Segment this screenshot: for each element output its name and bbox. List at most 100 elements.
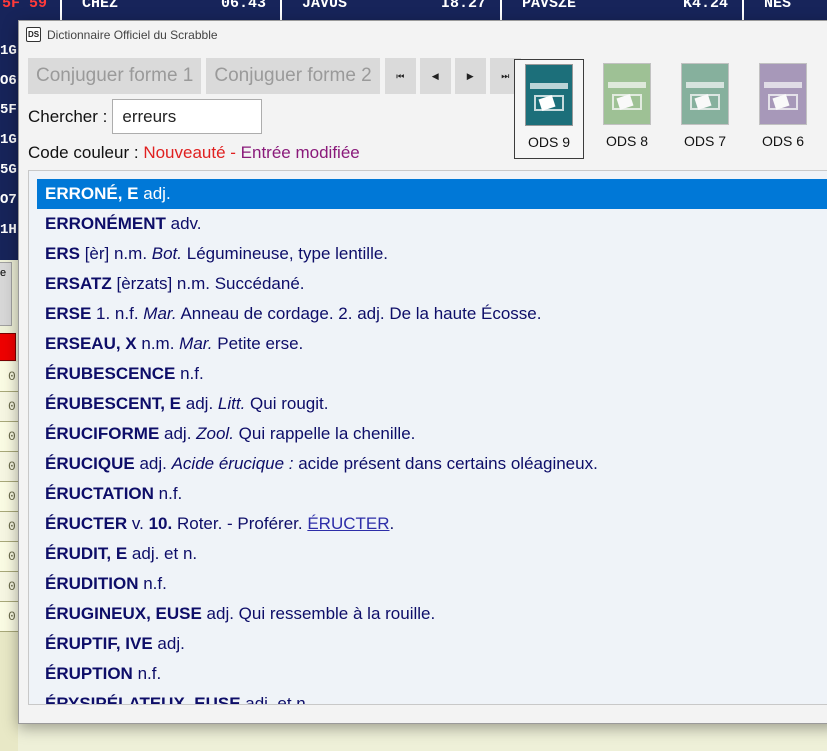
background-row: 0 [0,422,18,452]
background-row: 0 [0,572,18,602]
entry-link[interactable]: ÉRUCTER [307,514,389,533]
title-bar[interactable]: DS Dictionnaire Officiel du Scrabble [19,21,827,48]
entry-definition: n.f. [175,364,204,383]
entry-definition: adj. [138,184,171,203]
edition-cover-image [681,63,729,125]
background-row: 0 [0,482,18,512]
entry-definition: adj. [159,424,197,443]
dictionary-entry[interactable]: ERRONÉ, E adj. [37,179,827,209]
entry-word: ERSE [45,304,92,323]
skip-first-icon: ⏮ [396,70,405,81]
entry-word: ÉRUDIT, E [45,544,128,563]
background-code: O7 [0,192,17,208]
entry-word: ÉRUBESCENT, E [45,394,182,413]
entry-word: ÉRUPTION [45,664,133,683]
entry-definition: adj. [152,634,185,653]
background-button[interactable]: e [0,262,12,326]
edition-3[interactable]: ODS 7 [670,59,740,159]
background-button-label: e [0,267,7,279]
conjugate-form-2-button[interactable]: Conjuguer forme 2 [206,58,380,94]
dictionary-entry[interactable]: ERRONÉMENT adv. [37,209,827,239]
entry-definition: adj. Qui ressemble à la rouille. [201,604,436,623]
previous-page-button[interactable]: ◀ [419,58,451,94]
background-code: 1G [0,43,17,59]
entry-word: ERRONÉ, E [45,184,139,203]
background-cell-text: 5F 59 [2,0,48,12]
entry-definition: Acide érucique : [171,454,294,473]
entry-definition: Mar. [179,334,213,353]
entry-definition: v. [127,514,149,533]
entry-definition: Petite erse. [212,334,304,353]
dictionary-entry[interactable]: ÉRUDITION n.f. [37,569,827,599]
dictionary-entry[interactable]: ÉRUGINEUX, EUSE adj. Qui ressemble à la … [37,599,827,629]
background-cell-value: I8.27 [440,0,486,12]
background-cell-value: K4.24 [682,0,728,12]
entry-definition: Bot. [151,244,183,263]
dictionary-entry[interactable]: ÉRUDIT, E adj. et n. [37,539,827,569]
edition-4[interactable]: ODS 6 [748,59,818,159]
entry-definition: adj. [134,454,172,473]
entry-word: ÉRUCTATION [45,484,154,503]
dictionary-window: DS Dictionnaire Officiel du Scrabble Con… [18,20,827,724]
next-icon: ▶ [466,70,474,81]
next-page-button[interactable]: ▶ [454,58,486,94]
entry-definition: n.f. [138,574,167,593]
entry-definition: n.f. [153,484,183,503]
entry-word: ÉRUCIQUE [45,454,135,473]
entry-word: ERRONÉMENT [45,214,166,233]
background-row: 0 [0,362,18,392]
conjugate-form-1-button[interactable]: Conjuguer forme 1 [28,58,202,94]
search-input[interactable] [112,99,263,134]
first-page-button[interactable]: ⏮ [384,58,416,94]
entry-definition: acide présent dans certains oléagineux. [293,454,598,473]
dictionary-entry[interactable]: ÉRUBESCENT, E adj. Litt. Qui rougit. [37,389,827,419]
entry-definition: Zool. [196,424,234,443]
background-row: 0 [0,542,18,572]
entry-word: ÉRUCIFORME [45,424,160,443]
background-cell-text: NÉS [764,0,792,12]
entry-word: ÉRYSIPÉLATEUX, EUSE [45,694,241,705]
background-cell-text: PAVSZE [522,0,577,12]
dictionary-entry[interactable]: ÉRUPTION n.f. [37,659,827,689]
dictionary-entry[interactable]: ERS [èr] n.m. Bot. Légumineuse, type len… [37,239,827,269]
dictionary-entry[interactable]: ÉRUPTIF, IVE adj. [37,629,827,659]
results-list[interactable]: ERRONÉ, E adj. ERRONÉMENT adv. ERS [èr] n.… [28,170,827,705]
background-code: O6 [0,73,17,89]
entry-definition: Qui rougit. [245,394,329,413]
dictionary-entry[interactable]: ERSEAU, X n.m. Mar. Petite erse. [37,329,827,359]
dictionary-entry[interactable]: ERSE 1. n.f. Mar. Anneau de cordage. 2. … [37,299,827,329]
entry-definition: Litt. [217,394,246,413]
entry-definition: Qui rappelle la chenille. [233,424,416,443]
dictionary-entry[interactable]: ÉRUBESCENCE n.f. [37,359,827,389]
edition-cover-image [759,63,807,125]
dictionary-entry[interactable]: ÉRUCTATION n.f. [37,479,827,509]
background-rows: 0 0 0 0 0 0 0 0 0 [0,362,18,632]
background-cell: PAVSZE K4.24 [502,0,744,20]
background-score-bar: 5F 59 CHEZ 06.43 JAVUS I8.27 PAVSZE K4.24 N… [0,0,827,20]
entry-definition: 1. n.f. [91,304,144,323]
entry-definition: [èr] n.m. [79,244,152,263]
entry-word: ÉRUPTIF, IVE [45,634,153,653]
search-row: Chercher : [28,99,263,134]
dictionary-entry[interactable]: ÉRUCTER v. 10. Roter. - Proférer. ÉRUCTE… [37,509,827,539]
entry-definition: Légumineuse, type lentille. [182,244,389,263]
dictionary-entry[interactable]: ÉRUCIQUE adj. Acide érucique : acide pré… [37,449,827,479]
background-row: 0 [0,452,18,482]
edition-2[interactable]: ODS 8 [592,59,662,159]
background-cell-text: JAVUS [302,0,348,12]
background-cell: CHEZ 06.43 [62,0,282,20]
entry-definition: 10. [148,514,173,533]
legend-modified-entry: Entrée modifiée [240,143,360,162]
entry-word: ÉRUBESCENCE [45,364,176,383]
entry-definition: adj. et n. [127,544,198,563]
background-code: 1G [0,132,17,148]
dictionary-entry[interactable]: ERSATZ [èrzats] n.m. Succédané. [37,269,827,299]
background-row: 0 [0,392,18,422]
edition-1[interactable]: ODS 9 [514,59,584,159]
dictionary-entry[interactable]: ÉRUCIFORME adj. Zool. Qui rappelle la ch… [37,419,827,449]
search-label: Chercher : [28,106,108,126]
entry-definition: Mar. [143,304,177,323]
background-panel [0,632,18,751]
entry-definition: Anneau de cordage. 2. adj. De la haute É… [176,304,542,323]
dictionary-entry[interactable]: ÉRYSIPÉLATEUX, EUSE adj. et n. [37,689,827,705]
